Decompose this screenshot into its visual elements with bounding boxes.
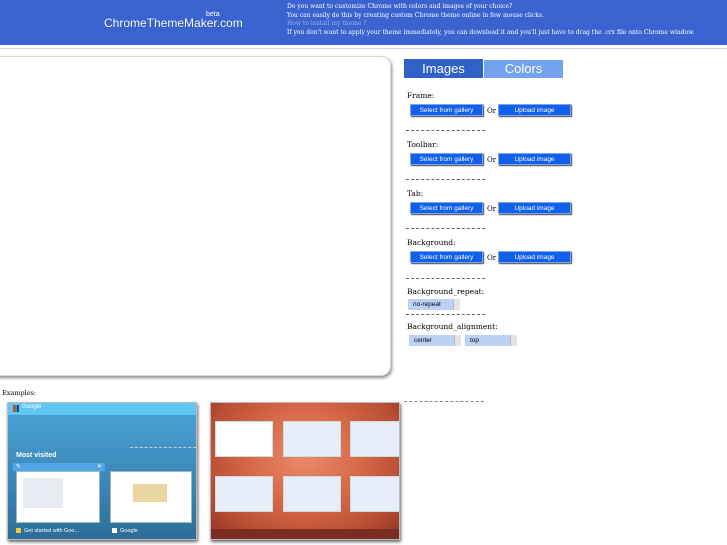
toolbar-upload-button[interactable]: Upload image — [498, 153, 571, 165]
thumbnail-header-bar: ✎ ✕ — [13, 463, 105, 471]
info-line-3: If you don't want to apply your theme im… — [287, 28, 695, 36]
tab-colors[interactable]: Colors — [484, 60, 563, 78]
divider — [404, 401, 484, 402]
pin-icon: ✎ — [16, 463, 22, 470]
thumbnail — [283, 476, 341, 512]
example-theme-2[interactable] — [210, 402, 400, 540]
frame-label: Frame: — [407, 91, 435, 100]
divider — [406, 278, 485, 279]
thumbnail — [215, 421, 273, 457]
thumbnail — [16, 471, 100, 523]
chevron-down-icon — [453, 299, 460, 310]
frame-gallery-button[interactable]: Select from gallery — [410, 104, 483, 116]
google-logo-icon — [13, 405, 19, 412]
info-line-2: You can easily do this by creating custo… — [287, 11, 544, 19]
frame-or-text: Or — [487, 107, 497, 115]
most-visited-heading: Most visited — [16, 452, 57, 459]
favicon-icon — [16, 528, 21, 534]
tab-gallery-button[interactable]: Select from gallery — [410, 202, 483, 214]
background-repeat-value: no-repeat — [413, 301, 441, 308]
background-upload-button[interactable]: Upload image — [498, 251, 571, 263]
background-repeat-select[interactable]: no-repeat — [408, 299, 460, 310]
thumbnail-caption: Get started with Goo... — [16, 528, 79, 534]
divider — [406, 179, 485, 180]
alignment-vertical-value: top — [470, 337, 480, 344]
tab-or-text: Or — [487, 205, 497, 213]
background-alignment-label: Background_alignment: — [407, 322, 498, 331]
chevron-down-icon — [454, 335, 461, 346]
tab-images[interactable]: Images — [404, 59, 483, 78]
divider — [406, 314, 485, 315]
toolbar-or-text: Or — [487, 156, 497, 164]
site-logo[interactable]: ChromeThemeMaker.com — [104, 16, 243, 30]
example-google-text: Google — [22, 404, 42, 410]
thumbnail — [350, 476, 399, 512]
thumbnail — [215, 476, 273, 512]
header-divider — [0, 48, 727, 49]
example-footer-bar — [211, 529, 399, 539]
toolbar-label: Toolbar: — [407, 140, 439, 149]
thumbnail — [283, 421, 341, 457]
tab-upload-button[interactable]: Upload image — [498, 202, 571, 214]
header-info: Do you want to customize Chrome with col… — [287, 3, 695, 37]
thumbnail — [350, 421, 399, 457]
thumbnail — [110, 471, 192, 523]
examples-label: Examples: — [2, 389, 37, 397]
divider — [130, 447, 196, 448]
alignment-horizontal-value: center — [414, 337, 433, 344]
alignment-horizontal-select[interactable]: center — [409, 335, 461, 346]
background-repeat-label: Background_repeat: — [407, 287, 485, 296]
thumbnail-caption: Google — [112, 528, 138, 534]
example-theme-1[interactable]: Google Most visited ✎ ✕ Get started with… — [7, 402, 197, 540]
theme-preview-panel — [0, 56, 391, 376]
info-line-1: Do you want to customize Chrome with col… — [287, 3, 513, 10]
background-gallery-button[interactable]: Select from gallery — [410, 251, 483, 263]
alignment-vertical-select[interactable]: top — [465, 335, 517, 346]
frame-upload-button[interactable]: Upload image — [498, 104, 571, 116]
caption-text: Get started with Goo... — [24, 528, 80, 534]
beta-badge: beta — [206, 11, 220, 18]
background-or-text: Or — [487, 254, 497, 262]
header-bar: ChromeThemeMaker.com beta Do you want to… — [0, 0, 727, 45]
divider — [406, 228, 485, 229]
background-label: Background: — [407, 238, 456, 247]
page-icon — [112, 528, 117, 534]
tab-section-label: Tab: — [407, 189, 424, 198]
close-icon: ✕ — [96, 463, 102, 470]
caption-text: Google — [120, 528, 138, 534]
chevron-down-icon — [510, 335, 517, 346]
thumbnail-content — [23, 478, 63, 508]
toolbar-gallery-button[interactable]: Select from gallery — [410, 153, 483, 165]
install-help-link[interactable]: How to install my theme ? — [287, 20, 695, 29]
thumbnail-content — [133, 484, 167, 502]
divider — [406, 130, 485, 131]
